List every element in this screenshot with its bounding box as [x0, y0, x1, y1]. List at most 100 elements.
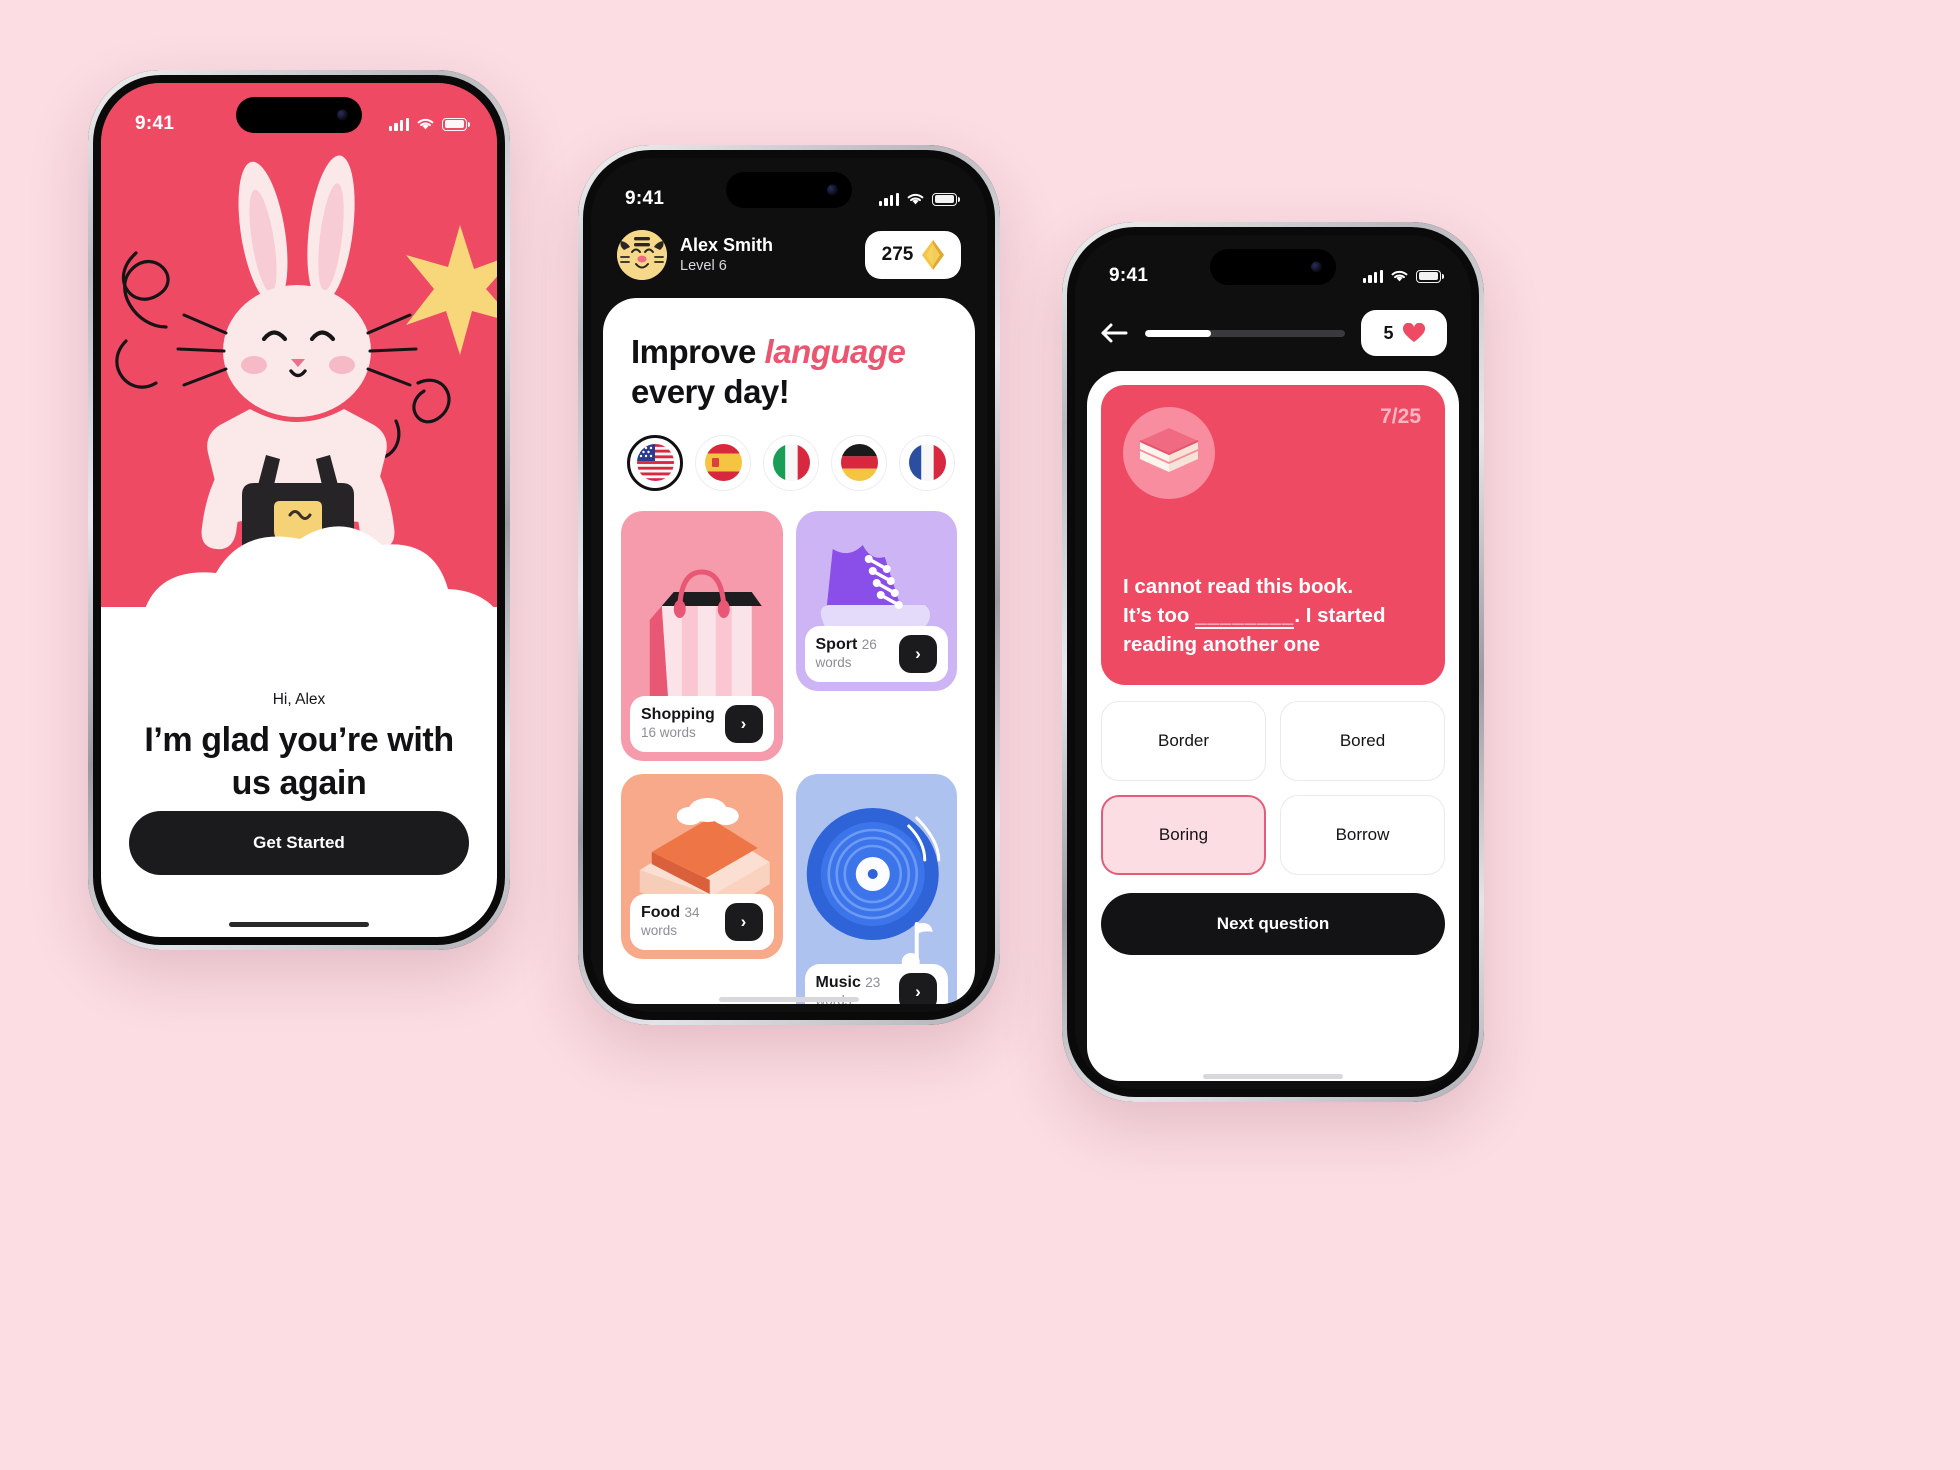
- answer-option-boring[interactable]: Boring: [1101, 795, 1266, 875]
- hero-illustration: [101, 83, 497, 683]
- flag-fr-icon: [908, 444, 946, 481]
- language-option-it[interactable]: [763, 434, 819, 491]
- arrow-left-icon[interactable]: [1099, 318, 1129, 348]
- home-root: Alex Smith Level 6 275 Improve language …: [591, 158, 987, 1012]
- question-blank: ________: [1195, 603, 1295, 629]
- category-title: Shopping: [641, 705, 715, 723]
- dynamic-island: [236, 97, 362, 133]
- heart-icon: [1402, 323, 1425, 342]
- category-card-sport[interactable]: Sport 26 words ›: [795, 510, 957, 691]
- user-level: Level 6: [680, 257, 727, 274]
- flag-de-icon: [840, 444, 878, 481]
- signal-bars-icon: [1362, 269, 1383, 283]
- wifi-icon: [1391, 270, 1408, 282]
- screenshot-stage: Hi, Alex I’m glad you’re with us again G…: [0, 0, 1960, 1470]
- front-camera-icon: [1311, 261, 1322, 273]
- category-label: Shopping 16 words ›: [630, 695, 774, 752]
- chevron-right-icon[interactable]: ›: [899, 634, 937, 673]
- wifi-icon: [907, 193, 924, 205]
- category-card-music[interactable]: Music 23 words ›: [795, 773, 957, 1004]
- status-time: 9:41: [1109, 265, 1149, 286]
- status-icons: [878, 192, 960, 206]
- phone-home: Alex Smith Level 6 275 Improve language …: [578, 145, 1000, 1025]
- home-sheet: Improve language every day! Shopping 16 …: [603, 298, 975, 1004]
- dynamic-island: [726, 172, 852, 208]
- user-header: Alex Smith Level 6 275: [617, 222, 961, 288]
- user-info: Alex Smith Level 6: [680, 234, 773, 275]
- page-title: I’m glad you’re with us again: [144, 721, 454, 802]
- cat-avatar-icon[interactable]: [617, 230, 667, 280]
- category-grid: Shopping 16 words › Sport 26 words › Foo…: [621, 510, 957, 1004]
- front-camera-icon: [337, 109, 348, 121]
- answer-options: Border Bored Boring Borrow: [1101, 701, 1445, 875]
- category-title: Sport: [815, 635, 858, 653]
- quiz-root: 5 7/25 I cannot read this book. It’s too…: [1075, 235, 1471, 1089]
- language-option-us[interactable]: [627, 434, 683, 491]
- chevron-right-icon[interactable]: ›: [899, 972, 937, 1004]
- flag-es-icon: [704, 444, 742, 481]
- front-camera-icon: [827, 184, 838, 196]
- status-icons: [1362, 269, 1444, 283]
- question-line-2b: . I started: [1294, 603, 1386, 627]
- question-line-3: reading another one: [1123, 632, 1321, 656]
- language-selector: [627, 434, 975, 491]
- category-text: Sport 26 words: [816, 635, 892, 672]
- flag-it-icon: [772, 444, 810, 481]
- screen-home: Alex Smith Level 6 275 Improve language …: [591, 158, 987, 1012]
- title-part2: every day!: [631, 373, 790, 411]
- dynamic-island: [1210, 249, 1336, 285]
- answer-option-bored[interactable]: Bored: [1280, 701, 1445, 781]
- home-indicator[interactable]: [719, 996, 859, 1002]
- language-option-es[interactable]: [695, 434, 751, 491]
- category-title: Food: [641, 903, 681, 921]
- category-label: Sport 26 words ›: [804, 625, 948, 682]
- progress-bar: [1145, 329, 1345, 337]
- chevron-right-icon[interactable]: ›: [724, 902, 763, 941]
- progress-fill: [1145, 329, 1211, 337]
- answer-option-border[interactable]: Border: [1101, 701, 1266, 781]
- screen-quiz: 5 7/25 I cannot read this book. It’s too…: [1075, 235, 1471, 1089]
- next-question-button[interactable]: Next question: [1101, 893, 1445, 955]
- question-line-2a: It’s too: [1123, 603, 1196, 627]
- greeting-text: Hi, Alex: [272, 691, 326, 708]
- title-emphasis: language: [764, 333, 906, 370]
- title-part1: Improve: [631, 333, 765, 370]
- books-stack-icon: [1123, 407, 1215, 499]
- category-label: Food 34 words ›: [630, 893, 774, 950]
- quiz-header: 5: [1099, 307, 1447, 359]
- user-name: Alex Smith: [680, 235, 774, 256]
- home-indicator[interactable]: [1203, 1073, 1343, 1079]
- phone-welcome: Hi, Alex I’m glad you’re with us again G…: [88, 70, 510, 950]
- question-counter: 7/25: [1380, 405, 1421, 428]
- category-text: Food 34 words: [641, 903, 717, 940]
- battery-icon: [932, 192, 960, 206]
- category-title: Music: [815, 973, 861, 991]
- screen-welcome: Hi, Alex I’m glad you’re with us again G…: [101, 83, 497, 937]
- lives-value: 5: [1383, 322, 1394, 343]
- category-card-food[interactable]: Food 34 words ›: [621, 773, 783, 959]
- phone-quiz: 5 7/25 I cannot read this book. It’s too…: [1062, 222, 1484, 1102]
- gem-diamond-icon: [922, 240, 945, 270]
- question-line-1: I cannot read this book.: [1123, 574, 1354, 598]
- category-words: 16 words: [641, 724, 696, 740]
- chevron-right-icon[interactable]: ›: [724, 704, 763, 743]
- home-indicator[interactable]: [229, 921, 369, 927]
- category-card-shopping[interactable]: Shopping 16 words ›: [621, 510, 783, 761]
- status-time: 9:41: [625, 188, 665, 209]
- language-option-fr[interactable]: [899, 434, 955, 491]
- bunny-mascot-illustration: [101, 83, 497, 683]
- battery-icon: [1416, 269, 1444, 283]
- question-text: I cannot read this book. It’s too ______…: [1123, 546, 1423, 659]
- signal-bars-icon: [878, 192, 899, 206]
- page-title: Improve language every day!: [631, 332, 947, 413]
- flag-us-icon: [636, 444, 674, 481]
- gem-counter[interactable]: 275: [865, 231, 961, 279]
- question-card: 7/25 I cannot read this book. It’s too _…: [1101, 385, 1445, 685]
- language-option-de[interactable]: [831, 434, 887, 491]
- lives-counter[interactable]: 5: [1361, 310, 1447, 356]
- category-text: Shopping 16 words: [641, 705, 717, 742]
- gem-value: 275: [881, 244, 914, 265]
- answer-option-borrow[interactable]: Borrow: [1280, 795, 1445, 875]
- get-started-button[interactable]: Get Started: [129, 811, 469, 875]
- quiz-sheet: 7/25 I cannot read this book. It’s too _…: [1087, 371, 1459, 1081]
